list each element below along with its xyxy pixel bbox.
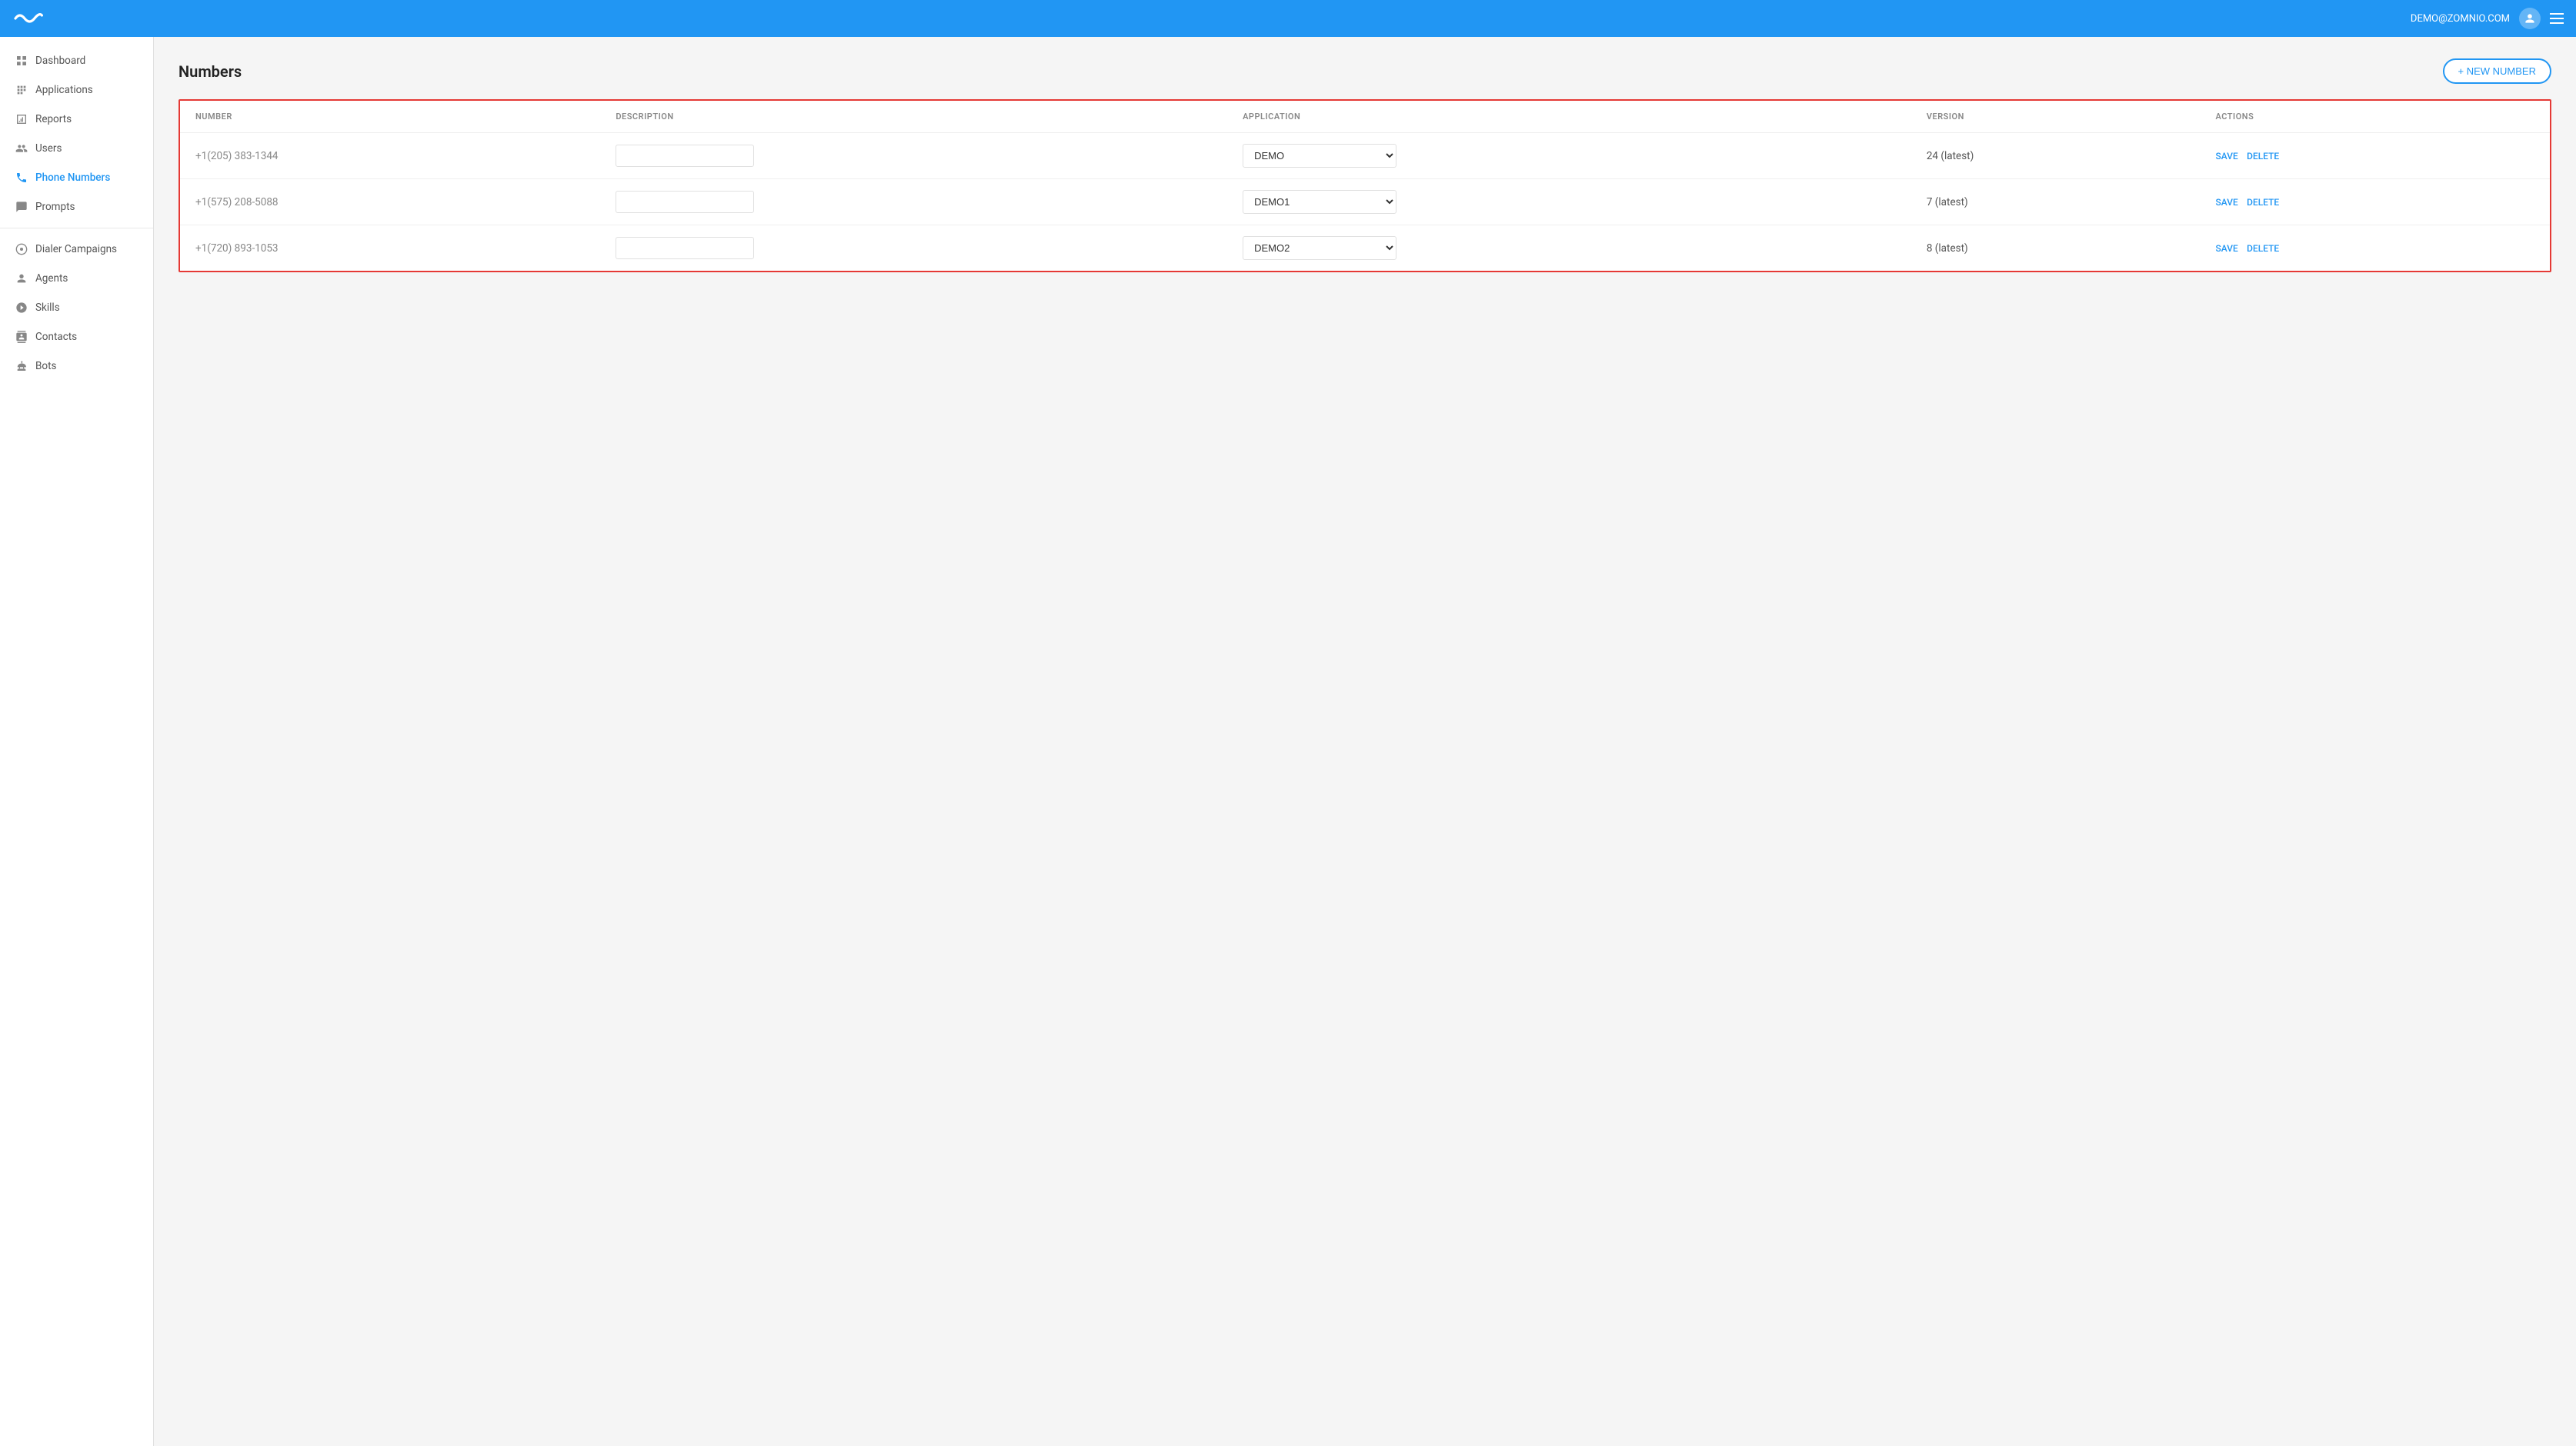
sidebar-label-phone-numbers: Phone Numbers bbox=[35, 172, 110, 184]
user-email: DEMO@ZOMNIO.COM bbox=[2411, 13, 2510, 25]
sidebar-item-contacts[interactable]: Contacts bbox=[0, 322, 153, 352]
sidebar-label-prompts: Prompts bbox=[35, 201, 75, 213]
sidebar: Dashboard Applications Reports Users Pho… bbox=[0, 0, 154, 1446]
phone-icon bbox=[15, 172, 28, 184]
new-number-button[interactable]: + NEW NUMBER bbox=[2443, 58, 2551, 84]
table-row: +1(720) 893-1053 DEMO2 8 (latest) SAVE D… bbox=[180, 225, 2550, 272]
application-select[interactable]: DEMO bbox=[1243, 144, 1396, 168]
cell-description[interactable] bbox=[600, 133, 1227, 179]
users-icon bbox=[15, 142, 28, 155]
sidebar-item-agents[interactable]: Agents bbox=[0, 264, 153, 293]
contacts-icon bbox=[15, 331, 28, 343]
sidebar-label-dialer-campaigns: Dialer Campaigns bbox=[35, 243, 117, 255]
dashboard-icon bbox=[15, 55, 28, 67]
bots-icon bbox=[15, 360, 28, 372]
sidebar-label-agents: Agents bbox=[35, 272, 68, 285]
sidebar-label-users: Users bbox=[35, 142, 62, 155]
table-row: +1(205) 383-1344 DEMO 24 (latest) SAVE D… bbox=[180, 133, 2550, 179]
cell-actions: SAVE DELETE bbox=[2200, 133, 2550, 179]
sidebar-label-bots: Bots bbox=[35, 360, 57, 372]
sidebar-item-prompts[interactable]: Prompts bbox=[0, 192, 153, 222]
header-right: DEMO@ZOMNIO.COM bbox=[2411, 8, 2564, 29]
cell-number: +1(720) 893-1053 bbox=[180, 225, 600, 272]
cell-description[interactable] bbox=[600, 179, 1227, 225]
table-header: NUMBER DESCRIPTION APPLICATION VERSION A… bbox=[180, 101, 2550, 133]
cell-application[interactable]: DEMO2 bbox=[1227, 225, 1911, 272]
save-button[interactable]: SAVE bbox=[2215, 197, 2237, 208]
hamburger-menu-icon[interactable] bbox=[2550, 13, 2564, 24]
delete-button[interactable]: DELETE bbox=[2247, 151, 2279, 162]
agents-icon bbox=[15, 272, 28, 285]
sidebar-item-users[interactable]: Users bbox=[0, 134, 153, 163]
sidebar-item-dashboard[interactable]: Dashboard bbox=[0, 46, 153, 75]
version-text: 24 (latest) bbox=[1927, 150, 1974, 162]
page-title: Numbers bbox=[179, 62, 242, 81]
cell-number: +1(575) 208-5088 bbox=[180, 179, 600, 225]
header: DEMO@ZOMNIO.COM bbox=[0, 0, 2576, 37]
reports-icon bbox=[15, 113, 28, 125]
sidebar-label-skills: Skills bbox=[35, 302, 60, 314]
description-input[interactable] bbox=[616, 191, 754, 213]
main-content: Numbers + NEW NUMBER NUMBER DESCRIPTION … bbox=[154, 37, 2576, 1446]
numbers-table-container: NUMBER DESCRIPTION APPLICATION VERSION A… bbox=[179, 99, 2551, 272]
table-row: +1(575) 208-5088 DEMO1 7 (latest) SAVE D… bbox=[180, 179, 2550, 225]
description-input[interactable] bbox=[616, 145, 754, 167]
prompts-icon bbox=[15, 201, 28, 213]
sidebar-label-contacts: Contacts bbox=[35, 331, 77, 343]
cell-application[interactable]: DEMO1 bbox=[1227, 179, 1911, 225]
save-button[interactable]: SAVE bbox=[2215, 243, 2237, 254]
save-button[interactable]: SAVE bbox=[2215, 151, 2237, 162]
logo bbox=[12, 8, 105, 29]
cell-description[interactable] bbox=[600, 225, 1227, 272]
cell-version: 7 (latest) bbox=[1911, 179, 2201, 225]
user-avatar-icon[interactable] bbox=[2519, 8, 2541, 29]
version-text: 8 (latest) bbox=[1927, 242, 1968, 255]
sidebar-item-reports[interactable]: Reports bbox=[0, 105, 153, 134]
cell-actions: SAVE DELETE bbox=[2200, 179, 2550, 225]
sidebar-label-reports: Reports bbox=[35, 113, 72, 125]
description-input[interactable] bbox=[616, 237, 754, 259]
sidebar-label-dashboard: Dashboard bbox=[35, 55, 85, 67]
col-header-description: DESCRIPTION bbox=[600, 101, 1227, 133]
dialer-icon bbox=[15, 243, 28, 255]
sidebar-label-applications: Applications bbox=[35, 84, 93, 96]
sidebar-item-phone-numbers[interactable]: Phone Numbers bbox=[0, 163, 153, 192]
delete-button[interactable]: DELETE bbox=[2247, 243, 2279, 254]
delete-button[interactable]: DELETE bbox=[2247, 197, 2279, 208]
skills-icon bbox=[15, 302, 28, 314]
cell-number: +1(205) 383-1344 bbox=[180, 133, 600, 179]
cell-version: 8 (latest) bbox=[1911, 225, 2201, 272]
cell-actions: SAVE DELETE bbox=[2200, 225, 2550, 272]
sidebar-item-dialer-campaigns[interactable]: Dialer Campaigns bbox=[0, 235, 153, 264]
col-header-version: VERSION bbox=[1911, 101, 2201, 133]
col-header-application: APPLICATION bbox=[1227, 101, 1911, 133]
col-header-actions: ACTIONS bbox=[2200, 101, 2550, 133]
applications-icon bbox=[15, 84, 28, 96]
table-body: +1(205) 383-1344 DEMO 24 (latest) SAVE D… bbox=[180, 133, 2550, 272]
cell-application[interactable]: DEMO bbox=[1227, 133, 1911, 179]
version-text: 7 (latest) bbox=[1927, 196, 1968, 208]
sidebar-item-applications[interactable]: Applications bbox=[0, 75, 153, 105]
cell-version: 24 (latest) bbox=[1911, 133, 2201, 179]
sidebar-item-skills[interactable]: Skills bbox=[0, 293, 153, 322]
application-select[interactable]: DEMO1 bbox=[1243, 190, 1396, 214]
application-select[interactable]: DEMO2 bbox=[1243, 236, 1396, 260]
page-header: Numbers + NEW NUMBER bbox=[179, 58, 2551, 84]
sidebar-item-bots[interactable]: Bots bbox=[0, 352, 153, 381]
numbers-table: NUMBER DESCRIPTION APPLICATION VERSION A… bbox=[180, 101, 2550, 271]
col-header-number: NUMBER bbox=[180, 101, 600, 133]
